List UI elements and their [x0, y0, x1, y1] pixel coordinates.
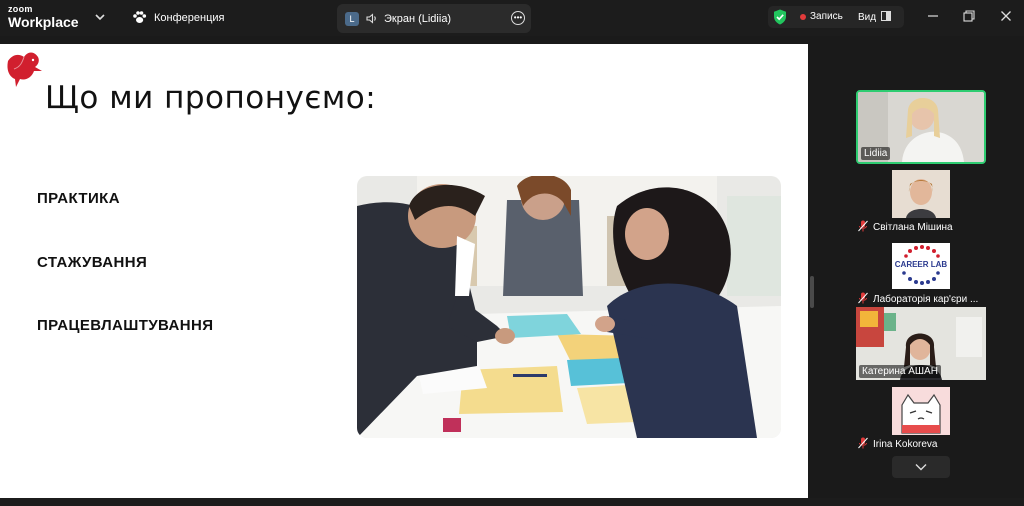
sharer-avatar: L — [345, 11, 359, 26]
view-label: Вид — [858, 12, 877, 23]
team-meeting-photo — [357, 176, 781, 438]
offer-item-internship: СТАЖУВАННЯ — [37, 254, 148, 271]
muted-mic-icon — [858, 292, 868, 307]
record-label: Запись — [810, 11, 843, 22]
screen-share-tab[interactable]: L Экран (Lidiia) ••• — [337, 4, 531, 33]
participant-name: Лабораторія кар'єри ... — [873, 294, 979, 305]
security-shield-icon[interactable] — [773, 9, 787, 28]
participant-avatar-career-lab[interactable]: CAREER LAB — [892, 243, 950, 289]
participant-label-row: Лабораторія кар'єри ... — [858, 292, 978, 307]
muted-mic-icon — [858, 220, 868, 235]
participant-video-kateryna[interactable]: Катерина АШАН — [856, 307, 986, 380]
offer-item-employment: ПРАЦЕВЛАШТУВАННЯ — [37, 317, 214, 334]
avatar — [892, 170, 950, 218]
chevron-down-icon — [915, 458, 927, 476]
offer-item-practice: ПРАКТИКА — [37, 190, 120, 207]
grid-view-icon — [881, 11, 892, 24]
view-button[interactable]: Вид — [858, 11, 892, 24]
cat-avatar-icon — [892, 387, 950, 435]
brand-large: Workplace — [8, 14, 79, 30]
bottom-bar — [0, 498, 1024, 506]
participant-label-row: Світлана Мішина — [858, 220, 953, 235]
participant-label-row: Irina Kokoreva — [858, 437, 937, 452]
shared-screen-slide: Що ми пропонуємо: ПРАКТИКА СТАЖУВАННЯ ПР… — [0, 44, 808, 498]
participant-name: Lidiia — [861, 147, 891, 160]
screen-share-label: Экран (Lidiia) — [384, 12, 452, 25]
paw-icon — [132, 10, 147, 27]
career-lab-logo-text: CAREER LAB — [895, 260, 948, 269]
scroll-participants-down-button[interactable] — [892, 456, 950, 478]
record-dot-icon — [800, 13, 806, 20]
minimize-icon[interactable] — [925, 8, 941, 24]
bird-logo-icon — [4, 49, 48, 96]
participant-name: Irina Kokoreva — [873, 439, 938, 450]
participant-avatar-svitlana[interactable] — [892, 170, 950, 218]
restore-icon[interactable] — [961, 8, 977, 24]
slide-title: Що ми пропонуємо: — [45, 80, 377, 116]
close-icon[interactable] — [998, 8, 1014, 24]
more-options-icon[interactable]: ••• — [511, 11, 525, 25]
participant-avatar-irina[interactable] — [892, 387, 950, 435]
muted-mic-icon — [858, 437, 868, 452]
participant-video-lidiia[interactable]: Lidiia — [856, 90, 986, 164]
brand-small: zoom — [8, 4, 33, 14]
participant-name: Катерина АШАН — [859, 365, 941, 378]
meeting-title-label: Конференция — [154, 12, 225, 24]
record-button[interactable]: Запись — [800, 11, 843, 22]
chevron-down-icon[interactable] — [94, 10, 106, 22]
speaker-icon — [366, 13, 378, 24]
panel-resize-handle[interactable] — [810, 276, 814, 308]
career-lab-logo-icon: CAREER LAB — [892, 243, 950, 289]
title-bar: zoom Workplace Конференция L Экран (Lidi… — [0, 0, 1024, 36]
participant-name: Світлана Мішина — [873, 222, 953, 233]
zoom-logo[interactable]: zoom Workplace — [8, 4, 79, 30]
meeting-title[interactable]: Конференция — [132, 9, 224, 27]
meeting-controls: Запись Вид — [768, 6, 904, 28]
